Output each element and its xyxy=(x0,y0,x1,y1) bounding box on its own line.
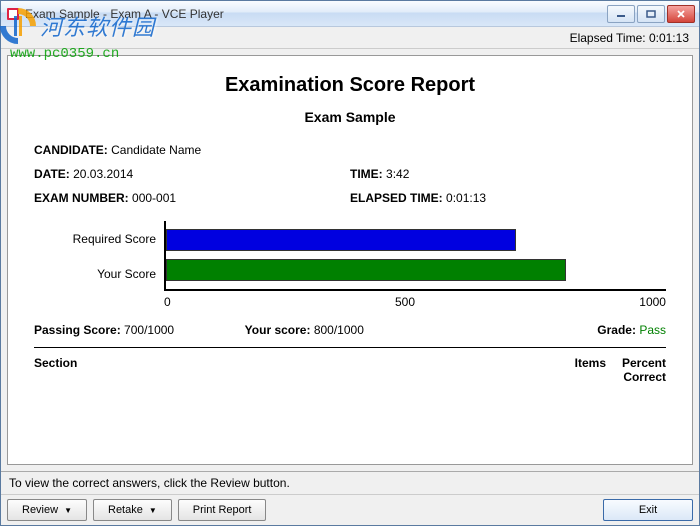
candidate-label: CANDIDATE: xyxy=(34,143,108,157)
score-report: Examination Score Report Exam Sample CAN… xyxy=(7,55,693,465)
grade-label: Grade: xyxy=(597,323,636,337)
retake-button[interactable]: Retake ▼ xyxy=(93,499,172,521)
content-area: Examination Score Report Exam Sample CAN… xyxy=(1,49,699,471)
your-score-value: 800/1000 xyxy=(314,323,364,337)
chart-label-required: Required Score xyxy=(34,232,156,246)
print-label: Print Report xyxy=(193,504,252,516)
minimize-button[interactable] xyxy=(607,5,635,23)
col-percent: Percent Correct xyxy=(606,356,666,384)
window-title: Exam Sample - Exam A - VCE Player xyxy=(25,7,607,21)
time-value: 3:42 xyxy=(386,167,409,181)
caret-down-icon: ▼ xyxy=(149,506,157,515)
exam-number-label: EXAM NUMBER: xyxy=(34,191,129,205)
footer: To view the correct answers, click the R… xyxy=(1,471,699,525)
elapsed-value: 0:01:13 xyxy=(446,191,486,205)
tick-1000: 1000 xyxy=(639,295,666,309)
time-label: TIME: xyxy=(350,167,383,181)
elapsed-time-bar: Elapsed Time: 0:01:13 xyxy=(1,27,699,49)
caret-down-icon: ▼ xyxy=(64,506,72,515)
report-title: Examination Score Report xyxy=(34,74,666,97)
titlebar: Exam Sample - Exam A - VCE Player xyxy=(1,1,699,27)
info-grid: CANDIDATE: Candidate Name DATE: 20.03.20… xyxy=(34,143,666,205)
passing-score-label: Passing Score: xyxy=(34,323,121,337)
button-row: Review ▼ Retake ▼ Print Report Exit xyxy=(1,495,699,525)
scores-row: Passing Score: 700/1000 Your score: 800/… xyxy=(34,323,666,337)
divider xyxy=(34,347,666,348)
date-label: DATE: xyxy=(34,167,70,181)
bar-your-score xyxy=(166,259,566,281)
tick-500: 500 xyxy=(395,295,415,309)
score-chart: Required Score Your Score 0 500 1000 xyxy=(34,221,666,309)
retake-label: Retake xyxy=(108,504,143,516)
section-table-header: Section Items Percent Correct xyxy=(34,356,666,384)
print-report-button[interactable]: Print Report xyxy=(178,499,267,521)
elapsed-time-value: 0:01:13 xyxy=(649,31,689,45)
candidate-value: Candidate Name xyxy=(111,143,201,157)
tick-0: 0 xyxy=(164,295,171,309)
maximize-button[interactable] xyxy=(637,5,665,23)
elapsed-label: ELAPSED TIME: xyxy=(350,191,443,205)
review-label: Review xyxy=(22,504,58,516)
passing-score-value: 700/1000 xyxy=(124,323,174,337)
hint-text: To view the correct answers, click the R… xyxy=(1,472,699,495)
exit-label: Exit xyxy=(639,504,657,516)
app-window: Exam Sample - Exam A - VCE Player Elapse… xyxy=(0,0,700,526)
report-subtitle: Exam Sample xyxy=(34,109,666,125)
date-value: 20.03.2014 xyxy=(73,167,133,181)
chart-label-your: Your Score xyxy=(34,267,156,281)
chart-axis: 0 500 1000 xyxy=(164,295,666,309)
elapsed-time-label: Elapsed Time: xyxy=(570,31,646,45)
grade-value: Pass xyxy=(639,323,666,337)
exam-number-value: 000-001 xyxy=(132,191,176,205)
bar-required-score xyxy=(166,229,516,251)
your-score-label: Your score: xyxy=(245,323,311,337)
app-icon xyxy=(5,6,21,22)
window-controls xyxy=(607,5,695,23)
close-button[interactable] xyxy=(667,5,695,23)
chart-plot xyxy=(164,221,666,291)
exit-button[interactable]: Exit xyxy=(603,499,693,521)
col-section: Section xyxy=(34,356,556,384)
review-button[interactable]: Review ▼ xyxy=(7,499,87,521)
col-items: Items xyxy=(556,356,606,384)
